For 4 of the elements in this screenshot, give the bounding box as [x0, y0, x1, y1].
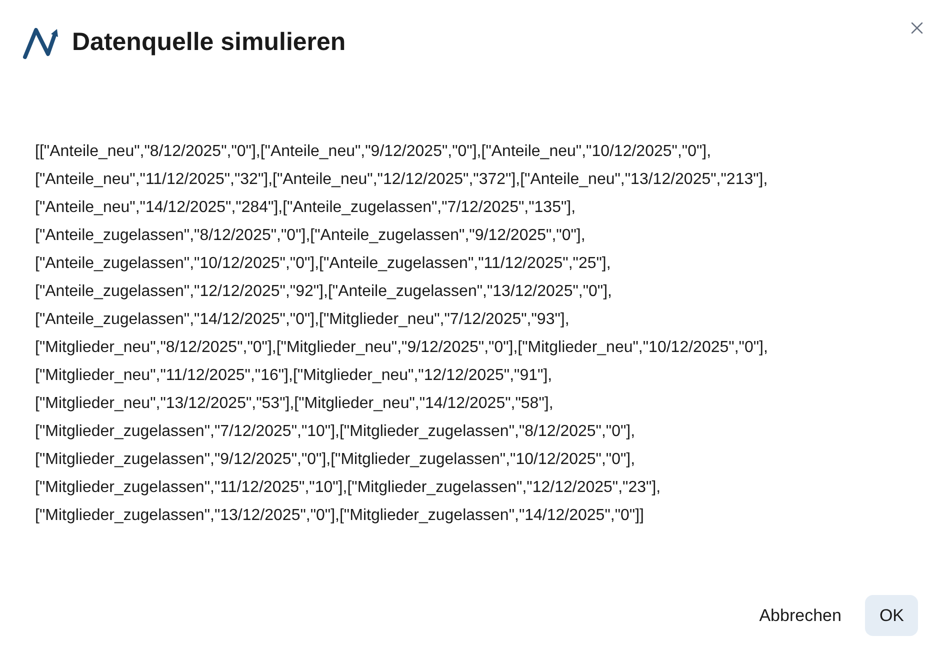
data-text: [["Anteile_neu","8/12/2025","0"],["Anteile_neu","9/12/2025","0"],["Anteile_neu","10/12/2025","0"], ["Anteile_neu","11/12/2025","32"],["Anteile_neu","12/12/2025","372"],["Anteile_neu","13/12/2025","213"], ["Anteile_neu","14/12/2025","284"],["Anteile_zugelassen","7/12/2025","135"], ["Anteile_zugelassen","8/12/2025","0"],["Anteile_zugelassen","9/12/2025","0"], ["Anteile_zugelassen","10/12/2025","0"],["Anteile_zugelassen","11/12/2025","25"], ["Anteile_zugelassen","12/12/2025","92"],["Anteile_zugelassen","13/12/2025","0"], ["Anteile_zugelassen","14/12/2025","0"],["Mitglieder_neu","7/12/2025","93"], ["Mitglieder_neu","8/12/2025","0"],["Mitglieder_neu","9/12/2025","0"],["Mitglieder_neu","10/12/2025","0"], ["Mitglieder_neu","11/12/2025","16"],["Mitglieder_neu","12/12/2025","91"], ["Mitglieder_neu","13/12/2025","53"],["Mitglieder_neu","14/12/2025","58"], ["Mitglieder_zugelassen","7/12/2025","10"],["Mitglieder_zugelassen","8/12/2025","0"], ["Mitglieder_zugelassen","9/12/2025","0"],["Mitglieder_zugelassen","10/12/2025","0"], ["Mitglieder_zugelassen","11/12/2025","10"],["Mitglieder_zugelassen","12/12/2025","23"], ["Mitglieder_zugelassen","13/12/2025","0"],["Mitglieder_zugelassen","14/12/2025","0"]]: [34, 142, 769, 526]
logo-icon: [22, 26, 60, 60]
ok-button[interactable]: OK: [865, 595, 918, 636]
dialog-title: Datenquelle simulieren: [72, 27, 346, 58]
